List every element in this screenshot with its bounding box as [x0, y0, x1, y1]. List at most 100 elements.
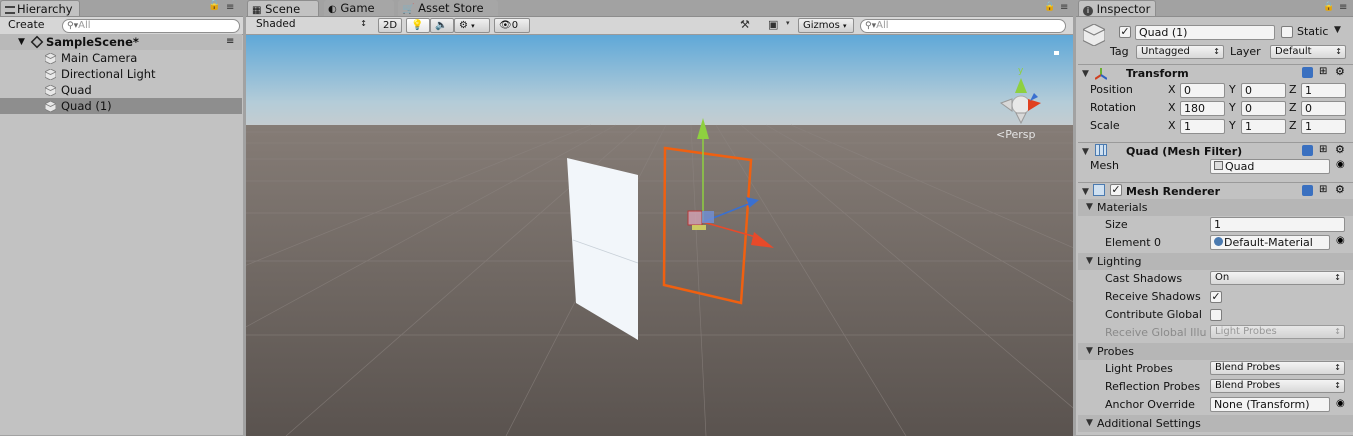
static-chevron-down-icon[interactable]: ▼: [1334, 25, 1341, 35]
anchor-override-field[interactable]: None (Transform): [1210, 397, 1330, 412]
help-icon[interactable]: [1302, 185, 1313, 196]
rotation-z-field[interactable]: 0: [1301, 101, 1346, 116]
fold-arrow-icon[interactable]: ▼: [1082, 187, 1089, 197]
rotation-y-field[interactable]: 0: [1241, 101, 1286, 116]
position-y-value: 0: [1245, 84, 1252, 97]
fold-arrow-icon[interactable]: ▼: [1086, 415, 1093, 432]
gizmo-plane-handle-xz[interactable]: [692, 225, 706, 230]
mesh-field[interactable]: Quad: [1210, 159, 1330, 174]
rotation-x-label[interactable]: X: [1168, 101, 1176, 115]
hierarchy-item-directional-light[interactable]: Directional Light: [0, 66, 242, 82]
rotation-x-field[interactable]: 180: [1180, 101, 1225, 116]
gear-icon[interactable]: ⚙: [1335, 143, 1345, 156]
materials-foldout[interactable]: ▼ Materials: [1078, 199, 1353, 216]
camera-icon[interactable]: ▣: [768, 18, 778, 31]
fold-arrow-icon[interactable]: ▼: [1086, 253, 1093, 270]
inspector-menu-icon[interactable]: ≡: [1339, 2, 1347, 13]
hidden-objects-button[interactable]: 👁0: [494, 18, 530, 33]
help-icon[interactable]: [1302, 145, 1313, 156]
position-y-label[interactable]: Y: [1229, 83, 1236, 97]
cast-shadows-dropdown[interactable]: On: [1210, 271, 1345, 285]
mesh-renderer-enabled-checkbox[interactable]: ✓: [1110, 184, 1122, 196]
additional-settings-foldout[interactable]: ▼ Additional Settings: [1078, 415, 1353, 432]
hierarchy-item-main-camera[interactable]: Main Camera: [0, 50, 242, 66]
object-active-checkbox[interactable]: ✓: [1119, 26, 1131, 38]
object-picker-icon[interactable]: ◉: [1336, 235, 1345, 246]
object-picker-icon[interactable]: ◉: [1336, 159, 1345, 170]
contribute-gi-checkbox[interactable]: [1210, 309, 1222, 321]
fold-arrow-icon[interactable]: ▼: [1086, 199, 1093, 216]
create-button[interactable]: Create ▾: [4, 18, 56, 44]
tab-scene[interactable]: ▦ Scene: [247, 0, 319, 16]
mesh-filter-header[interactable]: ▼ Quad (Mesh Filter) ⊞ ⚙: [1078, 142, 1353, 160]
hierarchy-item-quad[interactable]: Quad: [0, 82, 242, 98]
effects-dropdown[interactable]: ⚙ ▾: [454, 18, 490, 33]
scale-y-label[interactable]: Y: [1229, 119, 1236, 133]
gizmos-dropdown[interactable]: Gizmos ▾: [798, 18, 854, 33]
gizmo-plane-handle[interactable]: [702, 211, 714, 223]
fold-arrow-icon[interactable]: ▼: [1082, 69, 1089, 79]
reflection-probes-dropdown[interactable]: Blend Probes: [1210, 379, 1345, 393]
scene-viewport[interactable]: y: [246, 35, 1073, 436]
fold-arrow-icon[interactable]: ▼: [1086, 343, 1093, 360]
position-x-label[interactable]: X: [1168, 83, 1176, 97]
receive-gi-dropdown: Light Probes: [1210, 325, 1345, 339]
scale-x-field[interactable]: 1: [1180, 119, 1225, 134]
mesh-renderer-header[interactable]: ▼ ✓ Mesh Renderer ⊞ ⚙: [1078, 182, 1353, 200]
transform-header[interactable]: ▼ Transform ⊞ ⚙: [1078, 64, 1353, 82]
scale-y-field[interactable]: 1: [1241, 119, 1286, 134]
lighting-toggle[interactable]: 💡: [406, 18, 430, 33]
size-field[interactable]: 1: [1210, 217, 1345, 232]
expand-arrow-icon[interactable]: ▼: [18, 34, 25, 50]
help-icon[interactable]: [1302, 67, 1313, 78]
lighting-foldout[interactable]: ▼ Lighting: [1078, 253, 1353, 270]
scene-search-input[interactable]: ⚲▾All: [860, 19, 1066, 33]
scene-menu-icon[interactable]: ≡: [226, 34, 234, 50]
tab-game[interactable]: ◐ Game: [324, 0, 394, 16]
scene-lock-icon[interactable]: 🔒: [1044, 2, 1055, 12]
position-z-label[interactable]: Z: [1289, 83, 1297, 97]
light-probes-dropdown[interactable]: Blend Probes: [1210, 361, 1345, 375]
object-picker-icon[interactable]: ◉: [1336, 398, 1345, 409]
preset-icon[interactable]: ⊞: [1319, 184, 1327, 195]
preset-icon[interactable]: ⊞: [1319, 66, 1327, 77]
audio-toggle[interactable]: 🔈: [430, 18, 454, 33]
rotation-z-label[interactable]: Z: [1289, 101, 1297, 115]
element0-field[interactable]: Default-Material: [1210, 235, 1330, 250]
preset-icon[interactable]: ⊞: [1319, 144, 1327, 155]
inspector-lock-icon[interactable]: 🔒: [1323, 2, 1334, 12]
position-x-field[interactable]: 0: [1180, 83, 1225, 98]
persp-label[interactable]: <Persp: [996, 128, 1035, 141]
shading-mode-dropdown[interactable]: Shaded: [252, 18, 370, 32]
scene-menu-icon[interactable]: ≡: [1060, 2, 1068, 13]
receive-shadows-checkbox[interactable]: ✓: [1210, 291, 1222, 303]
gear-icon[interactable]: ⚙: [1335, 65, 1345, 78]
hierarchy-menu-icon[interactable]: ≡: [226, 3, 234, 13]
tab-asset-store[interactable]: 🛒 Asset Store: [398, 0, 498, 16]
gizmos-label: Gizmos: [803, 20, 840, 31]
inspector-tab[interactable]: i Inspector: [1078, 0, 1156, 16]
chevron-down-icon[interactable]: ▾: [786, 19, 790, 27]
static-checkbox[interactable]: [1281, 26, 1293, 38]
hierarchy-tab[interactable]: Hierarchy: [0, 0, 80, 16]
fold-arrow-icon[interactable]: ▼: [1082, 147, 1089, 157]
hierarchy-item-quad-1[interactable]: Quad (1): [0, 98, 242, 114]
scale-z-field[interactable]: 1: [1301, 119, 1346, 134]
probes-foldout[interactable]: ▼ Probes: [1078, 343, 1353, 360]
hierarchy-search-input[interactable]: ⚲▾All: [62, 19, 240, 33]
hierarchy-lock-icon[interactable]: 🔒: [208, 1, 220, 11]
position-y-field[interactable]: 0: [1241, 83, 1286, 98]
scale-x-label[interactable]: X: [1168, 119, 1176, 133]
tag-dropdown[interactable]: Untagged: [1136, 45, 1224, 59]
toggle-2d-button[interactable]: 2D: [378, 18, 402, 33]
gear-icon[interactable]: ⚙: [1335, 183, 1345, 196]
scene-root-row[interactable]: ▼ SampleScene* ≡: [0, 34, 242, 50]
rotation-y-label[interactable]: Y: [1229, 101, 1236, 115]
layer-dropdown[interactable]: Default: [1270, 45, 1346, 59]
reflection-probes-value: Blend Probes: [1215, 380, 1281, 391]
object-name-field[interactable]: Quad (1): [1135, 25, 1275, 40]
scale-z-label[interactable]: Z: [1289, 119, 1297, 133]
position-z-field[interactable]: 1: [1301, 83, 1346, 98]
tools-icon[interactable]: ⚒: [740, 18, 750, 31]
gizmo-center-handle[interactable]: [687, 210, 703, 226]
